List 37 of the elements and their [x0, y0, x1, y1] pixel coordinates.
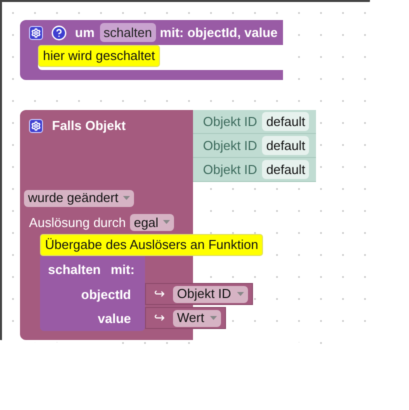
trigger-label: Auslösung durch — [29, 214, 126, 232]
comment-bubble[interactable]: Übergabe des Auslösers an Funktion — [40, 234, 264, 256]
caret-icon — [163, 220, 170, 224]
argument-label: value — [98, 310, 131, 328]
procedure-block[interactable]: um schalten mit: objectId, value hier wird geschaltet — [20, 20, 283, 80]
settings-icon[interactable] — [29, 26, 43, 40]
call-label: schalten — [48, 261, 101, 279]
object-id-label: Objekt ID — [203, 136, 258, 155]
caret-icon — [237, 292, 244, 296]
name-field[interactable]: schalten — [100, 22, 156, 42]
object-id-label: Objekt ID — [203, 160, 258, 179]
object-id-field[interactable]: default — [262, 136, 310, 156]
object-id-block[interactable]: Objekt ID default — [193, 110, 316, 134]
caret-icon — [123, 196, 130, 200]
help-icon[interactable] — [51, 24, 67, 40]
arrow-glyph: ↪ — [154, 309, 165, 328]
variable-block[interactable]: ↪ Wert — [145, 307, 226, 329]
call-label: mit: — [110, 261, 135, 279]
arrow-glyph: ↪ — [154, 285, 165, 304]
object-id-field[interactable]: default — [262, 112, 310, 132]
object-id-field[interactable]: default — [262, 160, 310, 180]
call-block[interactable]: schalten mit: objectId value — [40, 256, 145, 331]
event-dropdown[interactable]: wurde geändert — [24, 190, 134, 206]
argument-label: objectId — [81, 286, 131, 304]
variable-dropdown[interactable]: Wert — [173, 310, 222, 326]
object-id-block[interactable]: Objekt ID default — [193, 158, 316, 182]
block-title: Falls Objekt — [52, 117, 126, 135]
object-id-block[interactable]: Objekt ID default — [193, 134, 316, 158]
block-label: um — [75, 24, 94, 42]
block-label: mit: objectId, value — [160, 24, 278, 42]
caret-icon — [210, 316, 218, 320]
object-id-label: Objekt ID — [203, 112, 258, 131]
comment-bubble[interactable]: hier wird geschaltet — [38, 45, 160, 67]
settings-icon[interactable] — [29, 118, 43, 133]
trigger-dropdown[interactable]: egal — [130, 214, 174, 231]
variable-block[interactable]: ↪ Objekt ID — [145, 283, 254, 305]
variable-dropdown[interactable]: Objekt ID — [173, 286, 248, 302]
